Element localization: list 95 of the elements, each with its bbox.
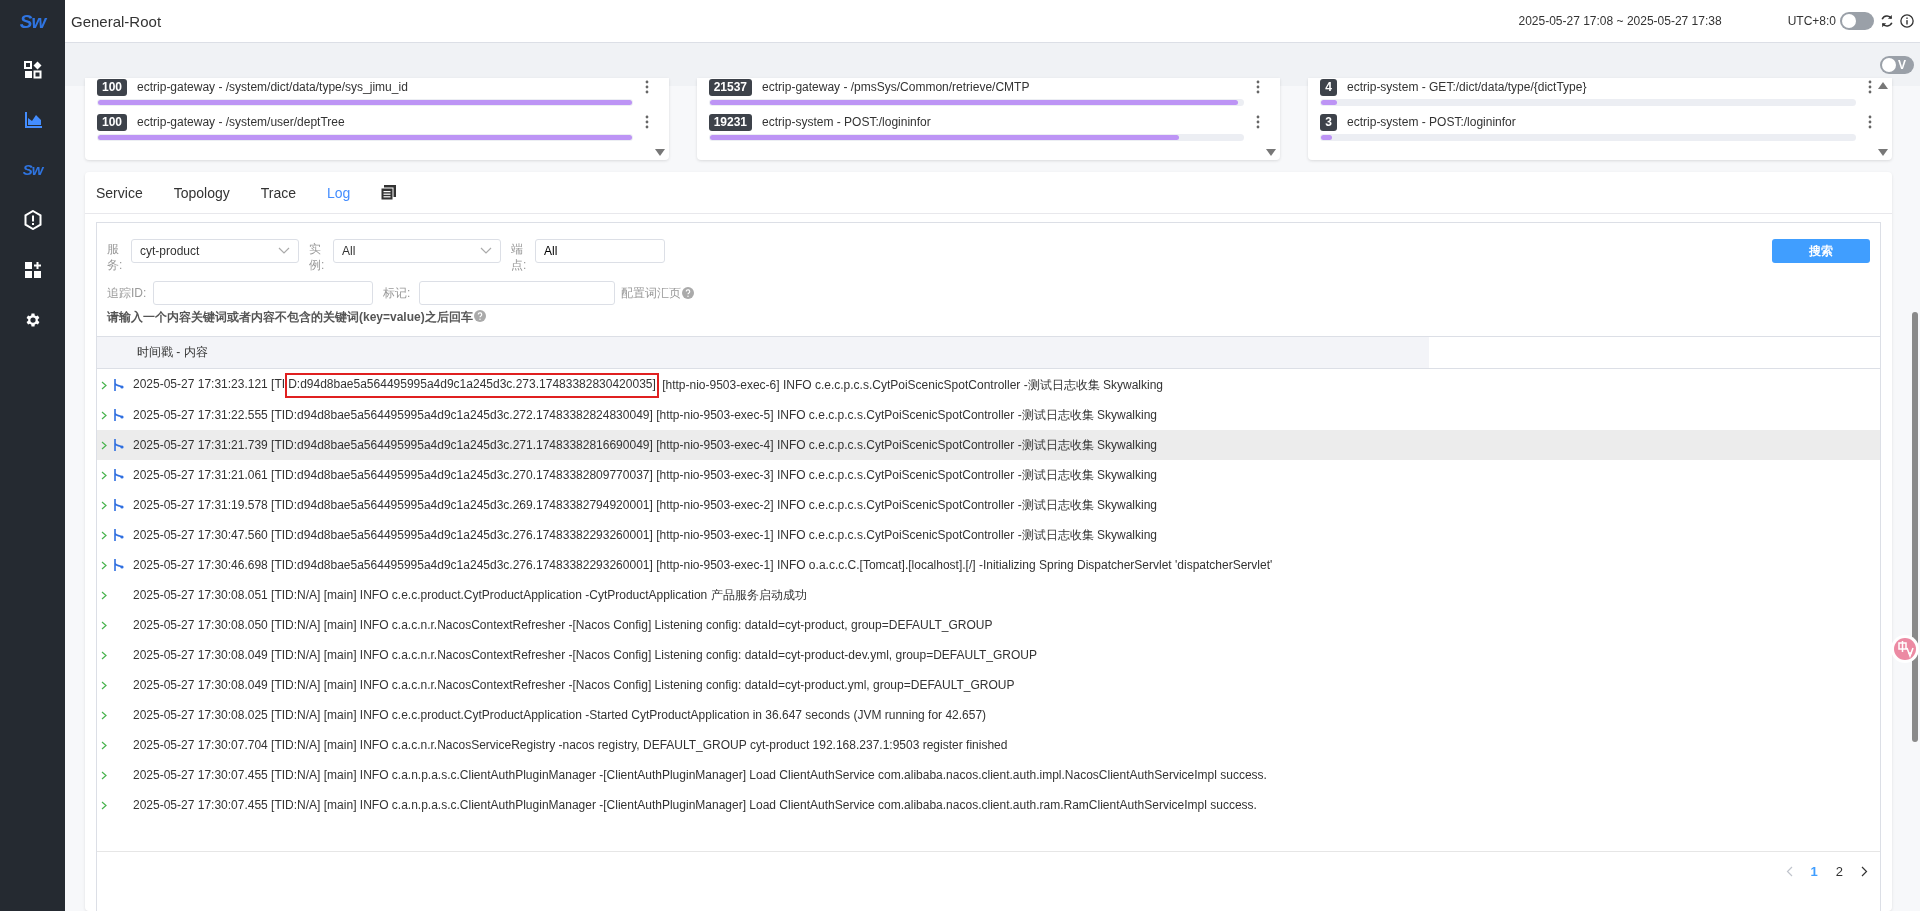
instance-label: 实例: — [309, 241, 326, 273]
more-icon — [644, 80, 649, 94]
more-icon — [1256, 80, 1261, 94]
scrollbar-thumb[interactable] — [1912, 312, 1918, 742]
endpoint-label: ectrip-gateway - /system/dict/data/type/sys_jimu_id — [137, 80, 409, 94]
log-text: 2025-05-27 17:30:46.698 [TID:d94d8bae5a564495995a4d9c1a245d3c.276.17483382293260001] [http-nio-9503-exec-1] INFO o.a.c.c.C.[Tomcat].[localhost].[/] -Initializing Spring DispatcherServlet 'dispatcherServlet' — [133, 558, 1273, 572]
column-header: 时间戳 - 内容 — [97, 337, 1429, 368]
log-text: 2025-05-27 17:30:07.455 [TID:N/A] [main] INFO c.a.n.p.a.s.c.ClientAuthPluginManager -[ClientAuthPluginManager] Load ClientAuthService com.alibaba.nacos.client.auth.impl.NacosClientAuthServiceImpl success. — [133, 768, 1267, 782]
endpoint-label: ectrip-system - POST:/logininfor — [762, 115, 932, 129]
trace-link-icon[interactable] — [113, 439, 124, 451]
trace-link-icon[interactable] — [113, 529, 124, 541]
endpoint-label: 端点: — [511, 241, 528, 273]
count-badge: 3 — [1320, 113, 1338, 131]
expand-icon[interactable] — [101, 500, 107, 510]
document-icon[interactable] — [381, 185, 397, 200]
more-icon — [1868, 80, 1872, 94]
service-select[interactable]: cyt-product — [131, 239, 299, 263]
time-range[interactable]: 2025-05-27 17:08 ~ 2025-05-27 17:38 — [1518, 14, 1722, 28]
trace-link-icon[interactable] — [113, 379, 124, 391]
trace-id-label: 追踪ID: — [107, 285, 147, 301]
log-text: 2025-05-27 17:31:21.739 [TID:d94d8bae5a564495995a4d9c1a245d3c.271.17483382816690049] [http-nio-9503-exec-4] INFO c.e.c.p.c.s.CytPoiScenicSpotController -测试日志收集 Skywalking — [133, 436, 1157, 454]
endpoint-field[interactable]: All — [535, 239, 665, 263]
search-hint: 请输入一个内容关键词或者内容不包含的关键词(key=value)之后回车 — [107, 309, 473, 326]
log-text: 2025-05-27 17:30:08.051 [TID:N/A] [main] INFO c.e.c.product.CytProductApplication -CytProductApplication 产品服务启动成功 — [133, 586, 807, 604]
count-badge: 100 — [97, 113, 128, 131]
expand-icon[interactable] — [101, 410, 107, 420]
trace-link-icon[interactable] — [113, 559, 124, 571]
endpoint-label: ectrip-gateway - /system/user/deptTree — [137, 115, 346, 129]
expand-icon[interactable] — [101, 530, 107, 540]
endpoint-label: ectrip-system - GET:/dict/data/type/{dictType} — [1347, 80, 1588, 94]
tab[interactable]: Topology — [173, 184, 230, 201]
endpoint-label: ectrip-gateway - /pmsSys/Common/retrieve/CMTP — [762, 80, 1031, 94]
instance-select[interactable]: All — [333, 239, 501, 263]
page-button[interactable]: 2 — [1835, 864, 1843, 879]
log-text: 2025-05-27 17:31:23.121 [TI — [133, 376, 286, 393]
expand-icon[interactable] — [101, 710, 107, 720]
next-page-button[interactable] — [1861, 866, 1868, 877]
service-label: 服务: — [107, 241, 124, 273]
more-icon — [1256, 115, 1261, 129]
expand-icon[interactable] — [101, 800, 107, 810]
help-icon — [682, 287, 694, 299]
trace-link-icon[interactable] — [113, 409, 124, 421]
chevron-down-icon — [278, 247, 290, 255]
log-text: 2025-05-27 17:30:07.455 [TID:N/A] [main] INFO c.a.n.p.a.s.c.ClientAuthPluginManager -[ClientAuthPluginManager] Load ClientAuthService com.alibaba.nacos.client.auth.ram.RamClientAuthServiceImpl success. — [133, 798, 1257, 812]
log-text: 2025-05-27 17:31:21.061 [TID:d94d8bae5a564495995a4d9c1a245d3c.270.17483382809770037] [http-nio-9503-exec-3] INFO c.e.c.p.c.s.CytPoiScenicSpotController -测试日志收集 Skywalking — [133, 466, 1157, 484]
count-badge: 4 — [1320, 78, 1338, 96]
expand-icon[interactable] — [101, 770, 107, 780]
trace-id-field[interactable] — [153, 281, 373, 305]
tab[interactable]: Service — [96, 184, 143, 201]
hexagon-icon — [23, 210, 42, 230]
help-icon — [473, 310, 486, 322]
log-text: 2025-05-27 17:30:08.049 [TID:N/A] [main] INFO c.a.c.n.r.NacosContextRefresher -[Nacos Config] Listening config: dataId=cyt-product-dev.yml, group=DEFAULT_GROUP — [133, 648, 1037, 662]
tag-label: 标记: — [383, 285, 412, 301]
log-text: 2025-05-27 17:31:22.555 [TID:d94d8bae5a564495995a4d9c1a245d3c.272.17483382824830049] [http-nio-9503-exec-5] INFO c.e.c.p.c.s.CytPoiScenicSpotController -测试日志收集 Skywalking — [133, 406, 1157, 424]
log-text: 2025-05-27 17:30:08.049 [TID:N/A] [main] INFO c.a.c.n.r.NacosContextRefresher -[Nacos Config] Listening config: dataId=cyt-product.yml, group=DEFAULT_GROUP — [133, 678, 1015, 692]
tab[interactable]: Trace — [260, 184, 296, 201]
page-title: General-Root — [71, 12, 163, 30]
expand-icon[interactable] — [101, 680, 107, 690]
chevron-down-icon — [480, 247, 492, 255]
highlight-frame: D:d94d8bae5a564495995a4d9c1a245d3c.273.17483382830420035] — [285, 372, 659, 398]
expand-icon[interactable] — [101, 470, 107, 480]
expand-icon[interactable] — [101, 650, 107, 660]
log-text: 2025-05-27 17:30:07.704 [TID:N/A] [main] INFO c.a.c.n.r.NacosServiceRegistry -nacos registry, DEFAULT_GROUP cyt-product 192.168.237.1:9503 register finished — [133, 738, 1008, 752]
info-icon[interactable] — [1900, 14, 1914, 28]
trace-link-icon[interactable] — [113, 469, 124, 481]
expand-icon[interactable] — [101, 440, 107, 450]
more-icon — [644, 115, 649, 129]
log-text: 2025-05-27 17:30:08.050 [TID:N/A] [main] INFO c.a.c.n.r.NacosContextRefresher -[Nacos Config] Listening config: dataId=cyt-product, group=DEFAULT_GROUP — [133, 618, 993, 632]
expand-icon[interactable] — [101, 380, 107, 390]
log-text: 2025-05-27 17:31:19.578 [TID:d94d8bae5a564495995a4d9c1a245d3c.269.17483382794920001] [http-nio-9503-exec-2] INFO c.e.c.p.c.s.CytPoiScenicSpotController -测试日志收集 Skywalking — [133, 496, 1157, 514]
expand-icon[interactable] — [101, 620, 107, 630]
count-badge: 19231 — [708, 113, 753, 131]
refresh-icon[interactable] — [1880, 14, 1894, 28]
translate-icon[interactable] — [1890, 634, 1920, 664]
count-badge: 100 — [97, 78, 128, 96]
log-row[interactable]: 2025-05-27 17:31:21.739 [TID:d94d8bae5a564495995a4d9c1a245d3c.271.17483382816690049] [http-nio-9503-exec-4] INFO c.e.c.p.c.s.CytPoiScenicSpotController -测试日志收集 Skywalking — [97, 430, 1880, 460]
log-text: [http-nio-9503-exec-6] INFO c.e.c.p.c.s.CytPoiScenicSpotController -测试日志收集 Skywalking — [661, 376, 1163, 394]
grid-plus-icon — [23, 261, 42, 279]
shapes-icon — [23, 61, 42, 79]
count-badge: 21537 — [708, 78, 753, 96]
chart-icon — [23, 112, 42, 128]
expand-icon[interactable] — [101, 560, 107, 570]
more-icon — [1868, 115, 1872, 129]
auto-refresh-toggle[interactable] — [1840, 12, 1874, 30]
log-text: 2025-05-27 17:30:08.025 [TID:N/A] [main] INFO c.e.c.product.CytProductApplication -Started CytProductApplication in 36.647 seconds (JVM running for 42.657) — [133, 708, 987, 722]
expand-icon[interactable] — [101, 740, 107, 750]
tag-field[interactable] — [419, 281, 615, 305]
timezone[interactable]: UTC+8:0 — [1787, 14, 1836, 28]
scroll-down-icon — [1266, 149, 1277, 156]
log-text: 2025-05-27 17:30:47.560 [TID:d94d8bae5a564495995a4d9c1a245d3c.276.17483382293260001] [http-nio-9503-exec-1] INFO c.e.c.p.c.s.CytPoiScenicSpotController -测试日志收集 Skywalking — [133, 526, 1157, 544]
trace-link-icon[interactable] — [113, 499, 124, 511]
scroll-down-icon — [1878, 149, 1888, 156]
endpoint-label: ectrip-system - POST:/logininfor — [1347, 115, 1517, 129]
expand-icon[interactable] — [101, 590, 107, 600]
scroll-down-icon — [654, 149, 665, 156]
